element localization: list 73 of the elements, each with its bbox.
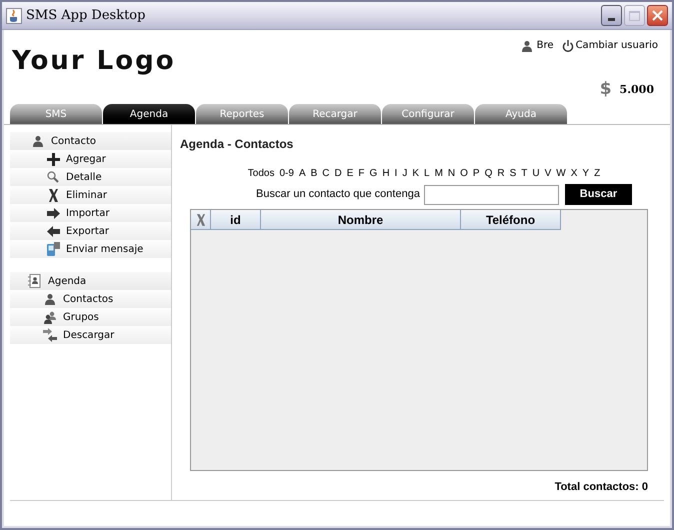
letter-filter-link[interactable]: 0-9 bbox=[279, 166, 294, 181]
column-header[interactable]: id bbox=[211, 210, 261, 230]
search-label: Buscar un contacto que contenga bbox=[256, 187, 420, 202]
person-icon bbox=[32, 135, 44, 147]
sidebar-item[interactable]: Exportar bbox=[10, 222, 171, 240]
sidebar-item[interactable]: Contactos bbox=[10, 290, 171, 308]
letter-filter-link[interactable]: O bbox=[460, 166, 468, 181]
letter-filter-link[interactable]: C bbox=[322, 166, 330, 181]
phone-icon bbox=[46, 242, 60, 256]
transfer-icon bbox=[43, 328, 57, 342]
address-book-icon bbox=[28, 274, 41, 288]
letter-filter-link[interactable]: Todos bbox=[248, 166, 274, 181]
switch-user-link[interactable]: Cambiar usuario bbox=[562, 38, 658, 53]
letter-filter-link[interactable]: G bbox=[370, 166, 378, 181]
close-button[interactable] bbox=[647, 5, 668, 26]
sidebar-item[interactable]: Eliminar bbox=[10, 186, 171, 204]
sidebar-item[interactable]: Importar bbox=[10, 204, 171, 222]
people-icon bbox=[43, 310, 57, 324]
x-icon bbox=[196, 214, 206, 226]
letter-filter-link[interactable]: E bbox=[346, 166, 354, 181]
letter-filter-link[interactable]: B bbox=[310, 166, 318, 181]
sidebar-group-header[interactable]: Agenda bbox=[10, 272, 171, 290]
letter-filter-link[interactable]: D bbox=[334, 166, 342, 181]
search-field[interactable] bbox=[424, 184, 559, 204]
column-header[interactable]: Nombre bbox=[261, 210, 461, 230]
sidebar-item[interactable]: Detalle bbox=[10, 168, 171, 186]
currency-symbol: $ bbox=[600, 78, 612, 101]
tab[interactable]: Agenda bbox=[103, 104, 195, 124]
left-arrow-icon bbox=[46, 226, 60, 236]
logo: Your Logo bbox=[12, 45, 176, 78]
letter-filter-link[interactable]: L bbox=[424, 166, 430, 181]
letter-filter-link[interactable]: S bbox=[510, 166, 516, 181]
minimize-button[interactable] bbox=[601, 5, 622, 26]
java-cup-icon bbox=[6, 8, 22, 24]
letter-filter-link[interactable]: R bbox=[497, 166, 505, 181]
letter-filter-link[interactable]: V bbox=[544, 166, 552, 181]
power-icon bbox=[562, 40, 574, 52]
letter-filter-link[interactable]: H bbox=[382, 166, 390, 181]
total-count: Total contactos: 0 bbox=[554, 480, 648, 495]
user-name: Bre bbox=[536, 39, 554, 53]
letter-filter-link[interactable]: U bbox=[532, 166, 540, 181]
person-icon bbox=[44, 293, 56, 305]
sidebar-item[interactable]: Descargar bbox=[10, 326, 171, 344]
sidebar-item[interactable]: Agregar bbox=[10, 150, 171, 168]
letter-filter-link[interactable]: W bbox=[556, 166, 566, 181]
right-arrow-icon bbox=[46, 208, 60, 218]
sidebar-item[interactable]: Grupos bbox=[10, 308, 171, 326]
letter-filter-link[interactable]: Q bbox=[484, 166, 492, 181]
section-title: Agenda - Contactos bbox=[180, 136, 294, 153]
column-header[interactable] bbox=[191, 210, 211, 230]
search-button[interactable]: Buscar bbox=[564, 184, 632, 205]
column-header[interactable]: Teléfono bbox=[461, 210, 561, 230]
balance: 5.000 bbox=[620, 82, 654, 98]
close-icon bbox=[652, 10, 663, 21]
person-icon bbox=[520, 40, 533, 52]
letter-filter-link[interactable]: K bbox=[412, 166, 419, 181]
letter-filter-link[interactable]: A bbox=[298, 166, 306, 181]
sidebar-item[interactable]: Enviar mensaje bbox=[10, 240, 171, 258]
x-icon bbox=[48, 188, 58, 202]
letter-filter-link[interactable]: J bbox=[402, 166, 408, 181]
sidebar-group-header[interactable]: Contacto bbox=[10, 132, 171, 150]
letter-filter-link[interactable]: I bbox=[394, 166, 398, 181]
letter-filter-link[interactable]: F bbox=[358, 166, 365, 181]
plus-icon bbox=[46, 152, 60, 166]
letter-filter-link[interactable]: X bbox=[570, 166, 578, 181]
letter-filter-link[interactable]: M bbox=[434, 166, 443, 181]
window-title: SMS App Desktop bbox=[26, 6, 146, 25]
letter-filter-link[interactable]: Y bbox=[582, 166, 590, 181]
letter-filter-link[interactable]: Z bbox=[594, 166, 600, 181]
letter-filter-link[interactable]: T bbox=[521, 166, 528, 181]
search-icon bbox=[47, 171, 59, 183]
letter-filter-link[interactable]: P bbox=[472, 166, 480, 181]
letter-filter-link[interactable]: N bbox=[448, 166, 456, 181]
